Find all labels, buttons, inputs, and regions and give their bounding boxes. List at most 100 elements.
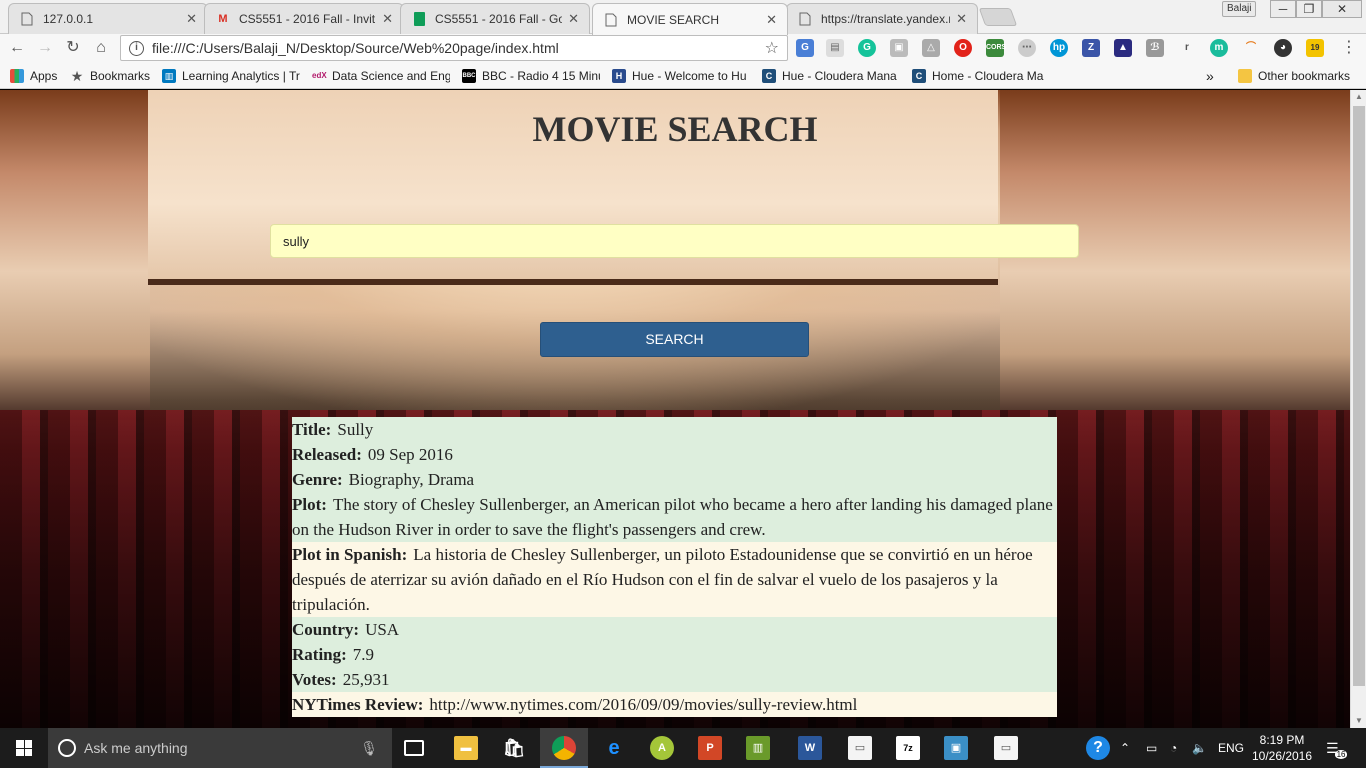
color-extension-icon[interactable]: ◕ [1274,39,1292,57]
gmail-icon: M [218,13,228,25]
result-genre: Genre: Biography, Drama [292,467,1053,492]
m-extension-icon[interactable]: m [1210,39,1228,57]
drive-extension-icon[interactable]: △ [922,39,940,57]
search-button[interactable]: SEARCH [540,322,809,357]
tab-label: https://translate.yandex.n [821,12,951,26]
b-extension-icon[interactable]: ℬ [1146,39,1164,57]
page-scrollbar[interactable]: ▲ ▼ [1350,90,1366,728]
rainbow-extension-icon[interactable]: ⌒ [1242,39,1260,57]
task-view-icon[interactable] [404,740,424,756]
tab-sheets[interactable]: CS5551 - 2016 Fall - Goo ✕ [400,3,590,34]
close-tab-icon[interactable]: ✕ [766,12,777,28]
z-extension-icon[interactable]: Z [1082,39,1100,57]
show-hidden-icons[interactable]: ⌃ [1120,728,1130,768]
restore-button[interactable]: ❐ [1296,0,1322,18]
result-value: The story of Chesley Sullenberger, an Am… [292,495,1053,539]
bookmark-hue-welcome[interactable]: H Hue - Welcome to Hu [612,67,750,85]
close-tab-icon[interactable]: ✕ [186,11,197,27]
other-bookmarks[interactable]: Other bookmarks [1238,67,1356,85]
forward-button[interactable]: → [34,38,56,58]
close-tab-icon[interactable]: ✕ [956,11,967,27]
bookmark-label: BBC - Radio 4 15 Minu [482,69,600,83]
start-button[interactable] [0,728,48,768]
app-window-icon[interactable]: ▣ [944,736,968,760]
review-link[interactable]: http://www.nytimes.com/2016/09/09/movies… [429,695,857,714]
cortana-search-box[interactable]: Ask me anything 🎙 [48,728,392,768]
bookmark-bookmarks[interactable]: ★ Bookmarks [70,67,158,85]
results-group-stats: Country: USA Rating: 7.9 Votes: 25,931 [292,617,1057,692]
bbc-icon: BBC [462,69,476,83]
close-tab-icon[interactable]: ✕ [382,11,393,27]
bookmark-bbc-radio[interactable]: BBC BBC - Radio 4 15 Minu [462,67,600,85]
r-extension-icon[interactable]: r [1178,39,1196,57]
wifi-icon[interactable]: ◔ [1170,728,1177,768]
home-button[interactable]: ⌂ [90,38,112,58]
file-explorer-icon[interactable]: ▬ [454,736,478,760]
grammarly-icon[interactable]: G [858,39,876,57]
bookmark-home-cloudera[interactable]: C Home - Cloudera Ma [912,67,1050,85]
spreadsheet-app-icon[interactable]: ▥ [746,736,770,760]
bookmarks-overflow-button[interactable]: » [1206,67,1220,85]
address-bar[interactable]: i file:///C:/Users/Balaji_N/Desktop/Sour… [120,35,788,61]
result-label: Country: [292,620,360,639]
results-group-basic: Title: Sully Released: 09 Sep 2016 Genre: B… [292,417,1057,542]
profile-button[interactable]: Balaji [1222,1,1257,17]
close-tab-icon[interactable]: ✕ [568,11,579,27]
tab-127-0-0-1[interactable]: 127.0.0.1 ✕ [8,3,208,34]
bookmark-hue-cloudera[interactable]: C Hue - Cloudera Mana [762,67,900,85]
battery-icon[interactable]: ▭ [1146,728,1157,768]
movie-search-input[interactable] [270,224,1079,258]
proxy-extension-icon[interactable]: ⋯ [1018,39,1036,57]
folder-icon [1238,69,1252,83]
hp-icon[interactable]: hp [1050,39,1068,57]
result-plot-spanish: Plot in Spanish: La historia de Chesley S… [292,542,1053,617]
reload-button[interactable]: ↻ [62,38,84,58]
sheets-icon [411,11,427,27]
scroll-thumb[interactable] [1353,106,1365,686]
weather-extension-icon[interactable]: 19 [1306,39,1324,57]
bookmark-apps[interactable]: Apps [10,67,70,85]
volume-icon[interactable]: 🔈 [1192,728,1207,768]
new-tab-button[interactable] [978,8,1018,26]
url-text: file:///C:/Users/Balaji_N/Desktop/Source… [152,40,559,56]
page-icon [603,12,619,28]
system-clock[interactable]: 8:19 PM 10/26/2016 [1240,732,1324,764]
analytics-extension-icon[interactable]: ▲ [1114,39,1132,57]
result-label: Plot in Spanish: [292,545,408,564]
notepad-icon[interactable]: ▭ [994,736,1018,760]
tab-gmail[interactable]: M CS5551 - 2016 Fall - Invit ✕ [204,3,404,34]
bookmark-star-icon[interactable]: ☆ [765,38,779,58]
tab-yandex-translate[interactable]: https://translate.yandex.n ✕ [786,3,978,34]
results-group-translation: Plot in Spanish: La historia de Chesley S… [292,542,1057,617]
document-icon[interactable]: ▭ [848,736,872,760]
bookmarks-bar: Apps ★ Bookmarks ▥ Learning Analytics | Tr… [0,62,1366,89]
doc-extension-icon[interactable]: ▤ [826,39,844,57]
chrome-icon[interactable] [552,736,576,760]
photo-extension-icon[interactable]: ▣ [890,39,908,57]
translate-extension-icon[interactable]: G [796,39,814,57]
chrome-menu-icon[interactable]: ⋮ [1338,38,1360,58]
edge-icon[interactable]: e [602,736,626,760]
windows-icon [16,740,32,756]
scroll-up-arrow[interactable]: ▲ [1351,90,1366,104]
back-button[interactable]: ← [6,38,28,58]
close-window-button[interactable]: ✕ [1322,0,1362,18]
bookmark-learning-analytics[interactable]: ▥ Learning Analytics | Tr [162,67,300,85]
opera-icon[interactable]: O [954,39,972,57]
android-studio-icon[interactable]: A [650,736,674,760]
cors-extension-icon[interactable]: CORS [986,39,1006,57]
info-icon[interactable]: i [129,40,144,56]
store-icon[interactable]: 🛍 [502,736,526,760]
7zip-icon[interactable]: 7z [896,736,920,760]
word-icon[interactable]: W [798,736,822,760]
minimize-button[interactable]: ─ [1270,0,1296,18]
microphone-icon[interactable]: 🎙 [360,740,378,757]
clock-time: 8:19 PM [1259,733,1305,747]
action-center-icon[interactable]: ☰ 16 [1326,728,1348,768]
help-icon[interactable]: ? [1086,736,1110,760]
tab-movie-search[interactable]: MOVIE SEARCH ✕ [592,3,788,35]
bookmark-data-science[interactable]: edX Data Science and Eng [312,67,450,85]
powerpoint-icon[interactable]: P [698,736,722,760]
scroll-down-arrow[interactable]: ▼ [1351,714,1366,728]
result-country: Country: USA [292,617,1053,642]
